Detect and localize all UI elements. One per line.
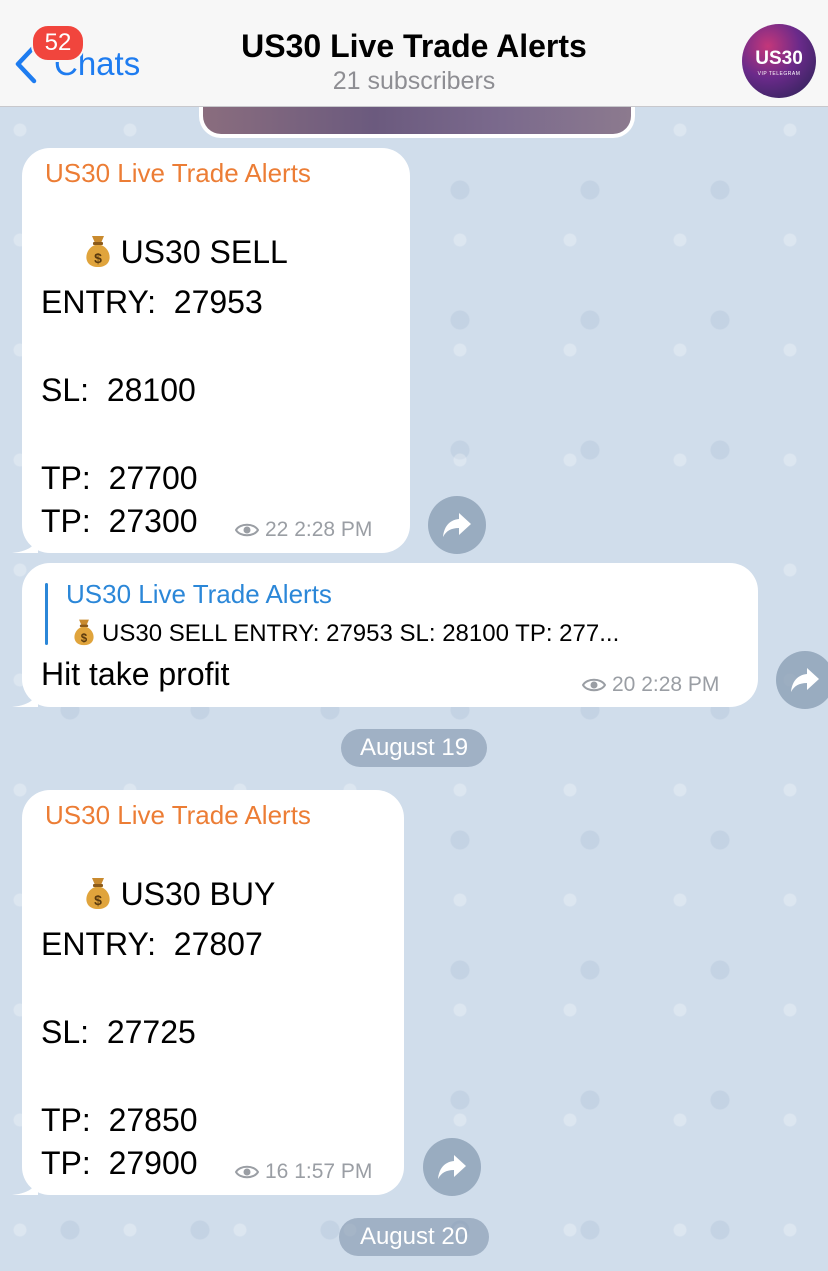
date-separator: August 19 <box>341 729 487 767</box>
message-bubble[interactable]: US30 Live Trade Alerts $ US30 SELL ENTRY… <box>12 563 758 707</box>
svg-text:$: $ <box>94 892 102 908</box>
message-bubble[interactable]: US30 Live Trade Alerts $ US30 BUY ENTRY:… <box>12 790 404 1195</box>
message-time: 2:28 PM <box>294 518 373 541</box>
chat-header: Chats 52 US30 Live Trade Alerts 21 subsc… <box>0 0 828 107</box>
message-line: ENTRY: 27807 <box>41 926 263 962</box>
view-count: 22 <box>265 518 289 541</box>
message-text: Hit take profit <box>41 656 230 692</box>
share-arrow-icon <box>443 513 471 537</box>
reply-indicator <box>45 583 48 645</box>
avatar-text: US30 <box>755 48 803 69</box>
message-meta: 20 2:28 PM <box>582 673 719 697</box>
message-line: TP: 27850 <box>41 1102 198 1138</box>
message-time: 1:57 PM <box>294 1160 373 1183</box>
eye-icon <box>582 679 606 692</box>
message-line: ENTRY: 27953 <box>41 284 263 320</box>
reply-sender-name[interactable]: US30 Live Trade Alerts <box>66 579 332 610</box>
eye-icon <box>235 1166 259 1179</box>
money-bag-icon: $ <box>74 619 94 646</box>
channel-avatar[interactable]: US30 VIP TELEGRAM <box>742 24 816 98</box>
message-meta: 16 1:57 PM <box>235 1160 372 1184</box>
reply-preview[interactable]: $ US30 SELL ENTRY: 27953 SL: 28100 TP: 2… <box>70 617 619 648</box>
message-text: US30 SELL <box>120 234 288 270</box>
forward-button[interactable] <box>428 496 486 554</box>
message-time: 2:28 PM <box>641 673 720 696</box>
forward-button[interactable] <box>776 651 828 709</box>
date-separator: August 20 <box>339 1218 489 1256</box>
svg-text:$: $ <box>81 633 88 645</box>
reply-preview-text: US30 SELL ENTRY: 27953 SL: 28100 TP: 277… <box>102 620 620 647</box>
message-line: SL: 28100 <box>41 372 196 408</box>
bubble-tail <box>12 1173 38 1195</box>
message-line: TP: 27300 <box>41 503 198 539</box>
svg-text:$: $ <box>94 250 102 266</box>
share-arrow-icon <box>438 1155 466 1179</box>
sender-name[interactable]: US30 Live Trade Alerts <box>45 800 311 831</box>
message-meta: 22 2:28 PM <box>235 518 372 542</box>
avatar-subtext: VIP TELEGRAM <box>757 71 801 77</box>
subscriber-count: 21 subscribers <box>332 67 496 95</box>
view-count: 16 <box>265 1160 289 1183</box>
message-line: SL: 27725 <box>41 1014 196 1050</box>
message-bubble[interactable]: US30 Live Trade Alerts $ US30 SELL ENTRY… <box>12 148 410 553</box>
message-text: US30 BUY <box>120 876 276 912</box>
bubble-tail <box>12 685 38 707</box>
forward-button[interactable] <box>423 1138 481 1196</box>
channel-title[interactable]: US30 Live Trade Alerts <box>0 28 828 65</box>
view-count: 20 <box>612 673 636 696</box>
message-line: TP: 27700 <box>41 460 198 496</box>
bubble-tail <box>12 531 38 553</box>
message-line: TP: 27900 <box>41 1145 198 1181</box>
sender-name[interactable]: US30 Live Trade Alerts <box>45 158 311 189</box>
share-arrow-icon <box>791 668 819 692</box>
money-bag-icon: $ <box>85 236 110 267</box>
money-bag-icon: $ <box>85 878 110 909</box>
eye-icon <box>235 524 259 537</box>
